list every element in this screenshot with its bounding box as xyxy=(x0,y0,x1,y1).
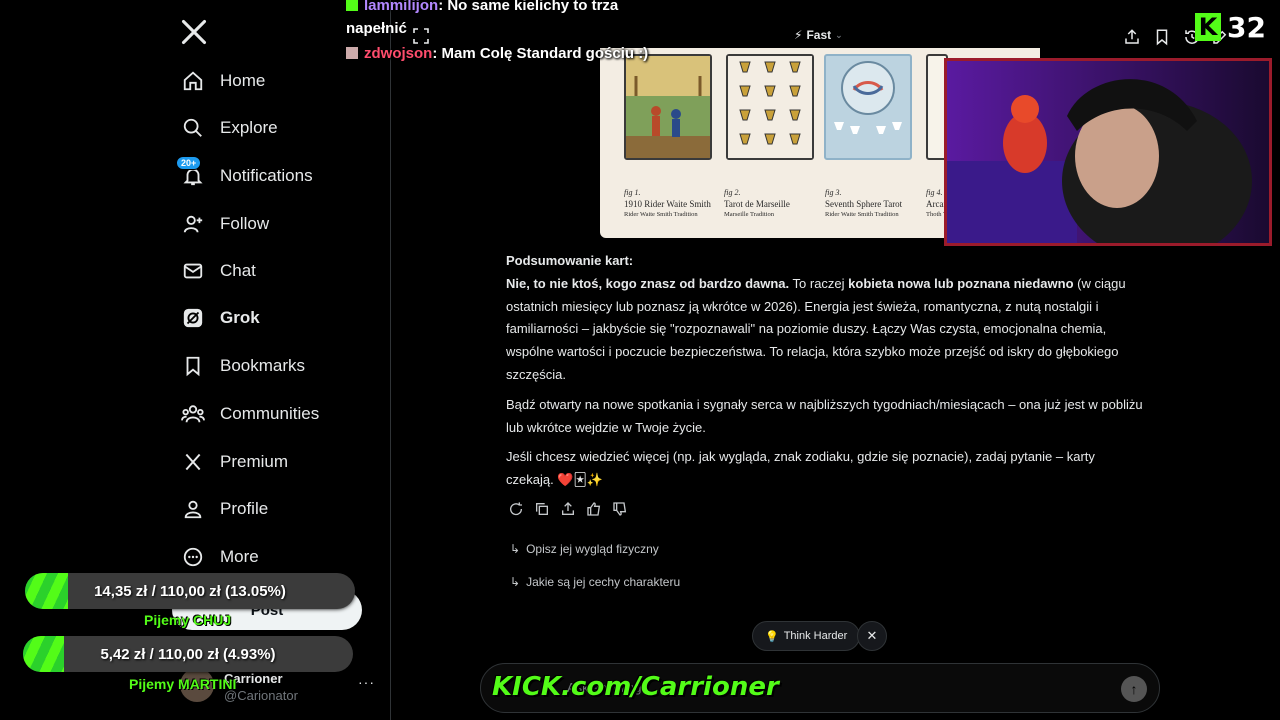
lightbulb-icon: 💡 xyxy=(765,630,779,643)
answer-heading: Podsumowanie kart: xyxy=(506,253,634,268)
answer-actions xyxy=(508,501,628,517)
sidebar-item-premium[interactable]: Premium xyxy=(180,446,288,478)
tarot-card-seventh-sphere xyxy=(824,54,912,160)
sidebar-item-label: Profile xyxy=(220,499,269,518)
kick-channel-url: KICK.com/Carrioner xyxy=(492,672,779,702)
sidebar-item-label: Chat xyxy=(220,261,256,280)
kick-logo-icon: K xyxy=(1195,13,1221,41)
answer-paragraph: Nie, to nie ktoś, kogo znasz od bardzo d… xyxy=(506,275,1126,382)
send-icon[interactable]: ↑ xyxy=(1121,676,1147,702)
tarot-card-marseille xyxy=(726,54,814,160)
sidebar-item-explore[interactable]: Explore xyxy=(180,112,278,144)
thumbs-up-icon[interactable] xyxy=(586,501,602,517)
account-menu-icon[interactable]: ··· xyxy=(358,674,375,690)
column-divider xyxy=(390,0,391,720)
sidebar-item-label: Explore xyxy=(220,118,278,137)
chat-badge-icon xyxy=(346,47,358,59)
sidebar-item-label: Communities xyxy=(220,404,320,423)
bolt-icon: ⚡ xyxy=(794,28,803,42)
donation-goal-bar: 5,42 zł / 110,00 zł (4.93%) xyxy=(23,636,353,672)
suggestion-arrow-icon: ↳ xyxy=(510,575,521,589)
stream-chat-message: lammilijon: No same kielichy to trza xyxy=(346,0,618,14)
chat-badge-icon xyxy=(346,0,358,11)
grok-answer: Podsumowanie kart: Nie, to nie ktoś, kog… xyxy=(506,250,1146,499)
communities-icon xyxy=(180,401,206,427)
bookmark-icon[interactable] xyxy=(1153,28,1171,46)
answer-paragraph: Jeśli chcesz wiedzieć więcej (np. jak wy… xyxy=(506,449,1095,488)
model-label: Fast xyxy=(806,28,832,42)
sidebar-item-follow[interactable]: Follow xyxy=(180,208,269,240)
share-icon[interactable] xyxy=(560,501,576,517)
suggestion-item[interactable]: ↳ Jakie są jej cechy charakteru xyxy=(510,575,680,589)
suggestion-item[interactable]: ↳ Opisz jej wygląd fizyczny xyxy=(510,542,659,556)
bookmark-icon xyxy=(180,353,206,379)
tarot-fig-caption: fig 3. Seventh Sphere Tarot Rider Waite … xyxy=(825,188,903,218)
donation-goal-text: 5,42 zł / 110,00 zł (4.93%) xyxy=(100,645,276,663)
answer-paragraph: Bądź otwarty na nowe spotkania i sygnały… xyxy=(506,396,1143,435)
sidebar-item-profile[interactable]: Profile xyxy=(180,493,268,525)
follow-icon xyxy=(180,211,206,237)
tarot-card-rider-waite xyxy=(624,54,712,160)
grok-icon xyxy=(180,305,206,331)
notifications-badge: 20+ xyxy=(176,156,202,170)
expand-icon[interactable] xyxy=(413,28,429,44)
sidebar-item-grok[interactable]: Grok xyxy=(180,302,260,334)
donation-goal-label: Pijemy MARTINI xyxy=(129,676,237,692)
chevron-down-icon: ⌄ xyxy=(835,29,843,40)
model-selector[interactable]: ⚡ Fast ⌄ xyxy=(794,28,843,42)
search-icon xyxy=(180,115,206,141)
share-icon[interactable] xyxy=(1123,28,1141,46)
sidebar-item-home[interactable]: Home xyxy=(180,65,265,97)
sidebar-item-label: Bookmarks xyxy=(220,356,306,375)
person-icon xyxy=(180,496,206,522)
mail-icon xyxy=(180,258,206,284)
x-logo-icon[interactable] xyxy=(180,18,208,46)
tarot-fig-caption: fig 2. Tarot de Marseille Marseille Trad… xyxy=(724,188,790,218)
donation-goal-text: 14,35 zł / 110,00 zł (13.05%) xyxy=(94,582,286,600)
sidebar-item-label: Notifications xyxy=(220,166,313,185)
sidebar-item-label: Grok xyxy=(220,308,260,327)
sidebar-item-label: More xyxy=(220,547,259,566)
suggestion-arrow-icon: ↳ xyxy=(510,542,521,556)
x-icon xyxy=(180,449,206,475)
thumbs-down-icon[interactable] xyxy=(612,501,628,517)
donation-goal-bar: 14,35 zł / 110,00 zł (13.05%) xyxy=(25,573,355,609)
regenerate-icon[interactable] xyxy=(508,501,524,517)
sidebar-item-chat[interactable]: Chat xyxy=(180,255,256,287)
more-icon xyxy=(180,544,206,570)
sidebar-item-label: Premium xyxy=(220,452,289,471)
tarot-fig-caption: fig 1. 1910 Rider Waite Smith Rider Wait… xyxy=(624,188,711,218)
donation-goal-label: Pijemy CHUJ xyxy=(144,612,232,628)
sidebar-item-label: Home xyxy=(220,71,266,90)
home-icon xyxy=(180,68,206,94)
sidebar-item-notifications[interactable]: 20+ Notifications xyxy=(176,156,313,192)
webcam-feed xyxy=(944,58,1272,246)
sidebar-item-label: Follow xyxy=(220,214,270,233)
close-icon[interactable]: ✕ xyxy=(857,621,887,651)
viewer-count: K 32 xyxy=(1195,11,1266,44)
sidebar-item-more[interactable]: More xyxy=(180,541,259,573)
think-harder-button[interactable]: 💡 Think Harder xyxy=(752,621,861,651)
bell-icon: 20+ xyxy=(176,156,206,189)
stream-chat-message-cont: napełnić xyxy=(346,20,407,37)
copy-icon[interactable] xyxy=(534,501,550,517)
stream-chat-message: zdwojson: Mam Colę Standard gościu :) xyxy=(346,45,648,62)
sidebar-item-communities[interactable]: Communities xyxy=(180,398,319,430)
sidebar-item-bookmarks[interactable]: Bookmarks xyxy=(180,350,305,382)
